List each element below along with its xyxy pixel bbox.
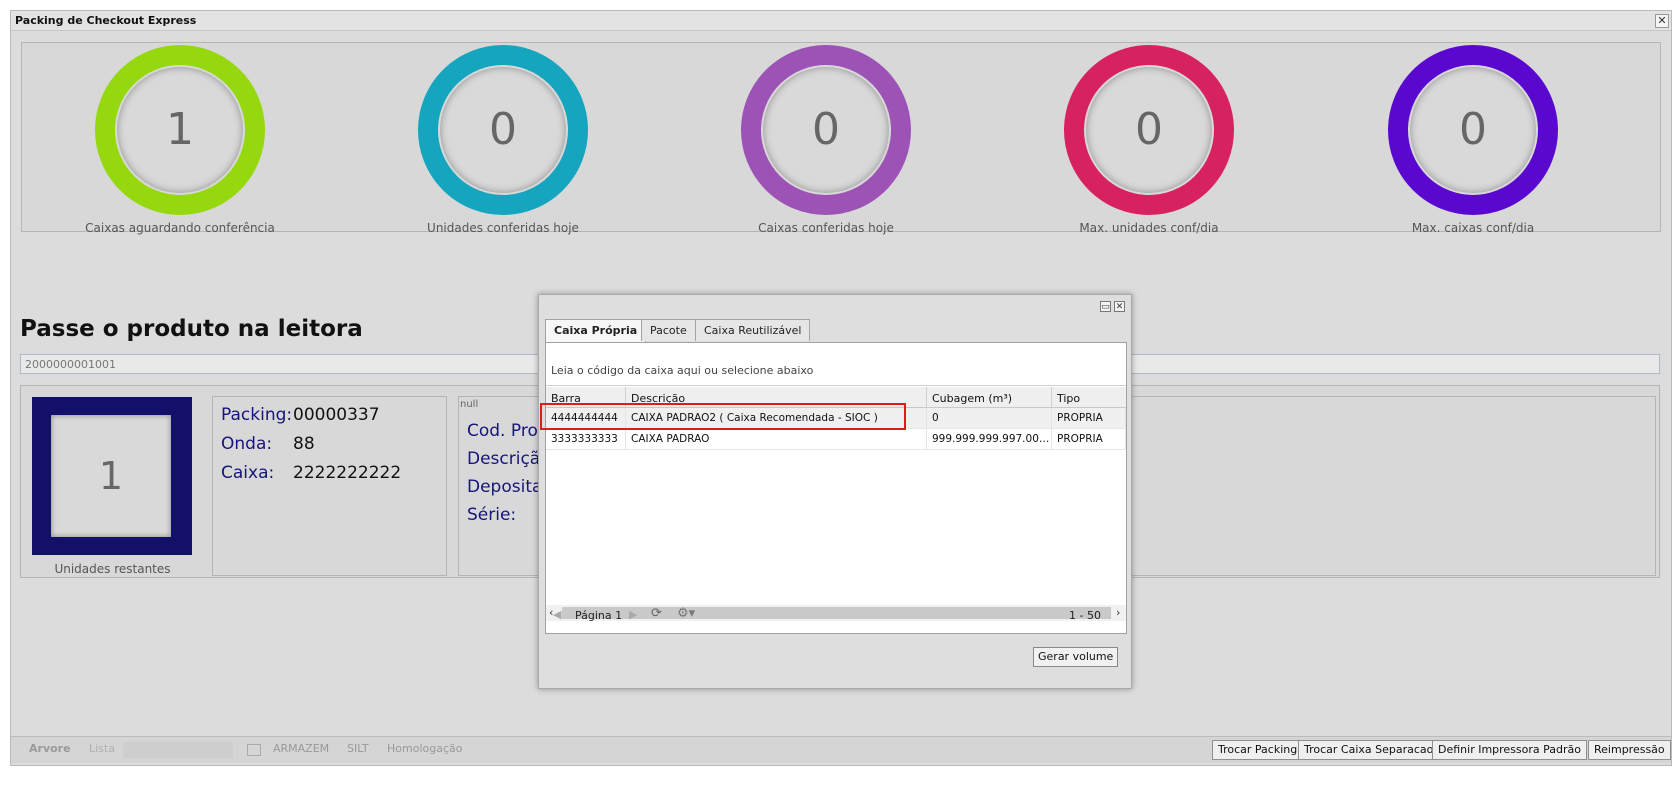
prev-page-icon[interactable]: ◀ [553, 608, 561, 621]
close-icon[interactable]: ✕ [1114, 301, 1125, 312]
paging-range: 1 - 50 [1069, 609, 1101, 622]
caixa-value: 2222222222 [293, 463, 402, 483]
table-row[interactable]: 3333333333 CAIXA PADRAO 999.999.999.997.… [546, 429, 1126, 450]
trocar-caixa-separacao-button[interactable]: Trocar Caixa Separacao [1298, 740, 1440, 760]
window-title: Packing de Checkout Express [11, 11, 1671, 31]
tab-pacote[interactable]: Pacote [641, 319, 696, 341]
cell-tipo: PROPRIA [1052, 408, 1126, 429]
serie-label: Série: [467, 505, 517, 525]
remaining-units-box: 1 [32, 397, 192, 555]
stat-label-3: Max. unidades conf/dia [1079, 221, 1219, 235]
cell-cubagem: 999.999.999.997.000.... [927, 429, 1052, 450]
stat-label-2: Caixas conferidas hoje [758, 221, 894, 235]
ring-caixas-conferidas: 0 [741, 45, 911, 215]
caixa-key: Caixa: [221, 463, 275, 483]
page-label: Página 1 [575, 609, 623, 622]
ring-caixas-aguardando: 1 [95, 45, 265, 215]
cell-tipo: PROPRIA [1052, 429, 1126, 450]
remaining-units-value: 1 [51, 415, 171, 537]
bottom-empty-field [123, 742, 233, 758]
cod-prod-label: Cod. Prod [467, 421, 549, 441]
recommended-box-highlight [540, 403, 906, 430]
cell-cubagem: 0 [927, 408, 1052, 429]
bottom-bar: Arvore Lista ARMAZEM SILT Homologação Tr… [11, 736, 1671, 763]
descricao-label: Descriçã [467, 449, 541, 469]
stat-value-1: 0 [440, 67, 566, 193]
next-page-icon[interactable]: ▶ [629, 608, 637, 621]
close-window-icon[interactable]: ✕ [1655, 14, 1669, 28]
stats-panel: 1 Caixas aguardando conferência 0 Unidad… [21, 42, 1661, 235]
packing-value: 00000337 [293, 405, 380, 425]
product-null-label: null [460, 399, 479, 410]
col-tipo[interactable]: Tipo [1052, 387, 1126, 408]
box-code-input[interactable]: Leia o código da caixa aqui ou selecione… [546, 343, 1126, 386]
stat-label-0: Caixas aguardando conferência [85, 221, 275, 235]
gerar-volume-button[interactable]: Gerar volume [1033, 647, 1119, 667]
tab-body: Leia o código da caixa aqui ou selecione… [545, 342, 1127, 634]
stat-value-0: 1 [117, 67, 243, 193]
paging-toolbar: ◀ Página 1 ▶ ⟳ ⚙▾ 1 - 50 [545, 603, 1127, 627]
tab-lista[interactable]: Lista [89, 742, 115, 755]
remaining-units-label: Unidades restantes [54, 562, 171, 576]
server-icon [247, 744, 261, 756]
tab-caixa-propria[interactable]: Caixa Própria [545, 319, 647, 342]
stat-label-4: Max. caixas conf/dia [1411, 221, 1535, 235]
box-selection-dialog: ▭ ✕ Caixa Própria Pacote Caixa Reutilizá… [538, 294, 1132, 689]
tab-arvore[interactable]: Arvore [29, 742, 71, 755]
homologacao-label: Homologação [387, 742, 463, 755]
silt-label: SILT [347, 742, 369, 755]
packing-key: Packing: [221, 405, 293, 425]
ring-max-caixas: 0 [1388, 45, 1558, 215]
stat-value-2: 0 [763, 67, 889, 193]
trocar-packing-button[interactable]: Trocar Packing [1212, 740, 1304, 760]
ring-unidades-conferidas: 0 [418, 45, 588, 215]
definir-impressora-button[interactable]: Definir Impressora Padrão [1432, 740, 1588, 760]
reimpressao-button[interactable]: Reimpressão [1588, 740, 1671, 760]
col-cubagem[interactable]: Cubagem (m³) [927, 387, 1052, 408]
maximize-icon[interactable]: ▭ [1100, 301, 1111, 312]
tab-caixa-reutilizavel[interactable]: Caixa Reutilizável [695, 319, 811, 341]
stat-label-1: Unidades conferidas hoje [427, 221, 579, 235]
ring-max-unidades: 0 [1064, 45, 1234, 215]
cell-descricao: CAIXA PADRAO [626, 429, 927, 450]
refresh-icon[interactable]: ⟳ [651, 606, 662, 621]
packing-info-box: Packing: 00000337 Onda: 88 Caixa: 222222… [212, 396, 447, 576]
gear-icon[interactable]: ⚙▾ [677, 606, 695, 621]
cell-barra: 3333333333 [546, 429, 626, 450]
onda-key: Onda: [221, 434, 273, 454]
stat-value-3: 0 [1086, 67, 1212, 193]
onda-value: 88 [293, 434, 315, 454]
scan-title: Passe o produto na leitora [20, 316, 363, 342]
armazem-label: ARMAZEM [273, 742, 330, 755]
stat-value-4: 0 [1410, 67, 1536, 193]
